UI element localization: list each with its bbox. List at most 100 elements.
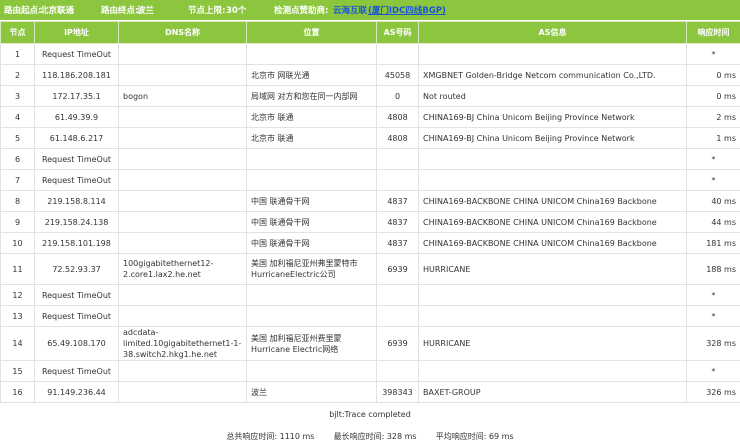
dns-cell: 100gigabitethernet12-2.core1.lax2.he.net xyxy=(118,253,247,285)
as-info-cell: CHINA169-BACKBONE CHINA UNICOM China169 … xyxy=(418,190,687,212)
total-time-label: 总共响应时间: xyxy=(226,432,278,441)
table-row: 12 Request TimeOut * xyxy=(0,284,740,306)
as-info-cell xyxy=(418,305,687,327)
hop-cell: 9 xyxy=(0,211,35,233)
response-time-cell: * xyxy=(686,148,740,170)
as-info-cell: CHINA169-BJ China Unicom Beijing Provinc… xyxy=(418,127,687,149)
hop-cell: 16 xyxy=(0,381,35,403)
table-row: 4 61.49.39.9 北京市 联通 4808 CHINA169-BJ China U… xyxy=(0,106,740,128)
as-info-cell xyxy=(418,43,687,65)
ip-cell: Request TimeOut xyxy=(34,148,119,170)
as-number-cell: 4837 xyxy=(376,190,419,212)
table-row: 11 72.52.93.37 100gigabitethernet12-2.core… xyxy=(0,253,740,285)
location-cell xyxy=(246,360,377,382)
location-cell xyxy=(246,169,377,191)
sponsor-label: 检测点赞助商: xyxy=(274,6,329,16)
traceroute-table-body: 1 Request TimeOut * 2 118.186.208.181 北京市 网联光… xyxy=(0,43,740,403)
as-number-cell xyxy=(376,284,419,306)
table-row: 16 91.149.236.44 波兰 398343 BAXET-GROUP 326 ms xyxy=(0,381,740,403)
table-row: 6 Request TimeOut * xyxy=(0,148,740,170)
location-cell: 北京市 联通 xyxy=(246,127,377,149)
column-header-dns: DNS名称 xyxy=(118,21,247,44)
hop-cell: 13 xyxy=(0,305,35,327)
column-header-ip: IP地址 xyxy=(34,21,119,44)
dns-cell xyxy=(118,148,247,170)
dns-cell xyxy=(118,284,247,306)
dns-cell xyxy=(118,232,247,254)
avg-time-value: 69 ms xyxy=(488,432,514,441)
avg-time-label: 平均响应时间: xyxy=(435,432,487,441)
total-time-value: 1110 ms xyxy=(279,432,315,441)
traceroute-table: 节点 IP地址 DNS名称 位置 AS号码 AS信息 响应时间 1 Request… xyxy=(0,21,740,403)
hop-cell: 1 xyxy=(0,43,35,65)
dns-cell: adcdata-limited.10gigabitethernet1-1-38.… xyxy=(118,326,247,361)
as-number-cell xyxy=(376,43,419,65)
location-cell: 美国 加利福尼亚州费里蒙Hurricane Electric网络 xyxy=(246,326,377,361)
max-hops-label: 节点上限: xyxy=(188,6,226,16)
response-time-cell: 0 ms xyxy=(686,85,740,107)
dns-cell xyxy=(118,106,247,128)
response-time-cell: * xyxy=(686,169,740,191)
table-row: 8 219.158.8.114 中国 联通骨干网 4837 CHINA169-BACKB… xyxy=(0,190,740,212)
as-number-cell: 4837 xyxy=(376,211,419,233)
trace-info-bar: 路由起点: 北京联通 路由终点: 波兰 节点上限: 30个 检测点赞助商: 云海… xyxy=(0,0,740,20)
ip-cell: 219.158.8.114 xyxy=(34,190,119,212)
response-time-cell: * xyxy=(686,360,740,382)
ip-cell: 72.52.93.37 xyxy=(34,253,119,285)
ip-cell: 65.49.108.170 xyxy=(34,326,119,361)
as-info-cell xyxy=(418,169,687,191)
response-time-cell: 44 ms xyxy=(686,211,740,233)
ip-cell: Request TimeOut xyxy=(34,305,119,327)
location-cell xyxy=(246,43,377,65)
ip-cell: Request TimeOut xyxy=(34,43,119,65)
as-info-cell xyxy=(418,148,687,170)
location-cell: 中国 联通骨干网 xyxy=(246,211,377,233)
sponsor-detail-link[interactable]: (厦门IDC四线BGP) xyxy=(368,4,446,16)
as-number-cell: 6939 xyxy=(376,253,419,285)
sponsor-name-link[interactable]: 云海互联 xyxy=(333,4,367,16)
response-time-cell: 326 ms xyxy=(686,381,740,403)
table-row: 15 Request TimeOut * xyxy=(0,360,740,382)
response-time-cell: 2 ms xyxy=(686,106,740,128)
hop-cell: 12 xyxy=(0,284,35,306)
as-info-cell: CHINA169-BJ China Unicom Beijing Provinc… xyxy=(418,106,687,128)
hop-cell: 14 xyxy=(0,326,35,361)
hop-cell: 7 xyxy=(0,169,35,191)
max-time-label: 最长响应时间: xyxy=(333,432,385,441)
column-header-as-number: AS号码 xyxy=(376,21,419,44)
column-header-hop: 节点 xyxy=(0,21,35,44)
ip-cell: 219.158.24.138 xyxy=(34,211,119,233)
dns-cell xyxy=(118,305,247,327)
table-row: 10 219.158.101.198 中国 联通骨干网 4837 CHINA169-BA… xyxy=(0,232,740,254)
hop-cell: 3 xyxy=(0,85,35,107)
response-summary: 总共响应时间: 1110 ms 最长响应时间: 328 ms 平均响应时间: 6… xyxy=(0,431,740,442)
response-time-cell: 188 ms xyxy=(686,253,740,285)
dns-cell xyxy=(118,64,247,86)
hop-cell: 15 xyxy=(0,360,35,382)
max-time-value: 328 ms xyxy=(386,432,417,441)
dns-cell: bogon xyxy=(118,85,247,107)
as-number-cell xyxy=(376,169,419,191)
hop-cell: 11 xyxy=(0,253,35,285)
table-row: 3 172.17.35.1 bogon 局域网 对方和您在同一内部网 0 Not rout… xyxy=(0,85,740,107)
destination-label: 路由终点: xyxy=(101,6,139,16)
max-hops-value: 30个 xyxy=(226,6,247,16)
response-time-cell: 40 ms xyxy=(686,190,740,212)
as-info-cell: HURRICANE xyxy=(418,326,687,361)
table-row: 2 118.186.208.181 北京市 网联光通 45058 XMGBNET Gol… xyxy=(0,64,740,86)
as-info-cell: CHINA169-BACKBONE CHINA UNICOM China169 … xyxy=(418,232,687,254)
ip-cell: 91.149.236.44 xyxy=(34,381,119,403)
origin-value: 北京联通 xyxy=(40,6,75,16)
table-row: 7 Request TimeOut * xyxy=(0,169,740,191)
response-time-cell: 1 ms xyxy=(686,127,740,149)
as-number-cell xyxy=(376,305,419,327)
ip-cell: 219.158.101.198 xyxy=(34,232,119,254)
table-row: 9 219.158.24.138 中国 联通骨干网 4837 CHINA169-BACK… xyxy=(0,211,740,233)
response-time-cell: 181 ms xyxy=(686,232,740,254)
as-number-cell xyxy=(376,148,419,170)
table-row: 14 65.49.108.170 adcdata-limited.10gigabit… xyxy=(0,326,740,361)
location-cell xyxy=(246,148,377,170)
location-cell xyxy=(246,305,377,327)
ip-cell: 118.186.208.181 xyxy=(34,64,119,86)
ip-cell: Request TimeOut xyxy=(34,169,119,191)
